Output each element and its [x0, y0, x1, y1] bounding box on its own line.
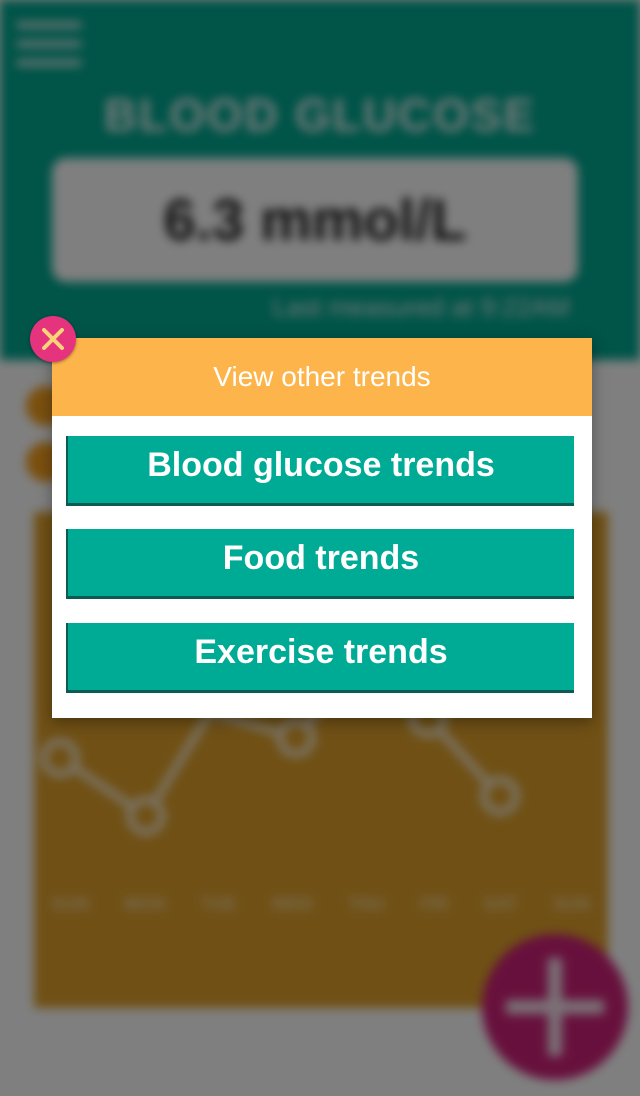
blood-glucose-trends-button[interactable]: Blood glucose trends — [66, 436, 574, 506]
dialog-title: View other trends — [52, 338, 592, 416]
close-icon — [42, 328, 64, 350]
exercise-trends-button[interactable]: Exercise trends — [66, 623, 574, 693]
trends-dialog: View other trends Blood glucose trends F… — [52, 338, 592, 718]
food-trends-button[interactable]: Food trends — [66, 529, 574, 599]
close-button[interactable] — [30, 316, 76, 362]
screen: BLOOD GLUCOSE 6.3 mmol/L Last measured a… — [0, 0, 640, 1096]
